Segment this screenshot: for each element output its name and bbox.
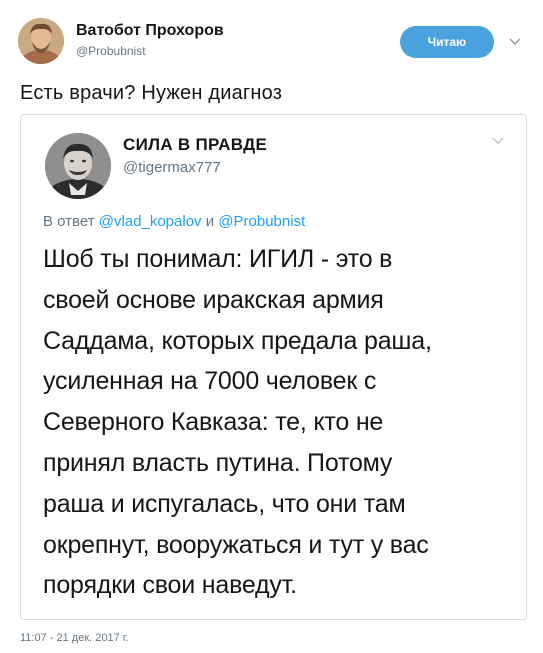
- quoted-author-avatar[interactable]: [45, 133, 111, 199]
- quoted-author-display-name[interactable]: СИЛА В ПРАВДЕ: [123, 135, 267, 155]
- quoted-author-handle[interactable]: @tigermax777: [123, 159, 221, 176]
- author-avatar[interactable]: [18, 18, 64, 64]
- tweet-header: Ватобот Прохоров @Probubnist Читаю: [0, 0, 543, 80]
- tweet-text: Есть врачи? Нужен диагноз: [20, 82, 283, 104]
- quoted-tweet-card[interactable]: СИЛА В ПРАВДЕ @tigermax777 В ответ @vlad…: [20, 114, 527, 620]
- chevron-down-icon[interactable]: [491, 133, 505, 147]
- reply-conjunction: и: [205, 213, 215, 230]
- tweet-timestamp[interactable]: 11:07 - 21 дек. 2017 г.: [20, 632, 129, 644]
- reply-prefix: В ответ: [43, 213, 95, 230]
- reply-to-line: В ответ @vlad_kopalov и @Probubnist: [43, 213, 305, 230]
- reply-mention-link[interactable]: @Probubnist: [218, 213, 305, 230]
- author-handle[interactable]: @Probubnist: [76, 44, 146, 58]
- reply-mention-link[interactable]: @vlad_kopalov: [99, 213, 202, 230]
- following-button[interactable]: Читаю: [400, 26, 494, 58]
- author-display-name[interactable]: Ватобот Прохоров: [76, 22, 224, 40]
- chevron-down-icon[interactable]: [508, 34, 522, 48]
- quoted-tweet-text: Шоб ты понимал: ИГИЛ - это в своей основ…: [43, 245, 432, 600]
